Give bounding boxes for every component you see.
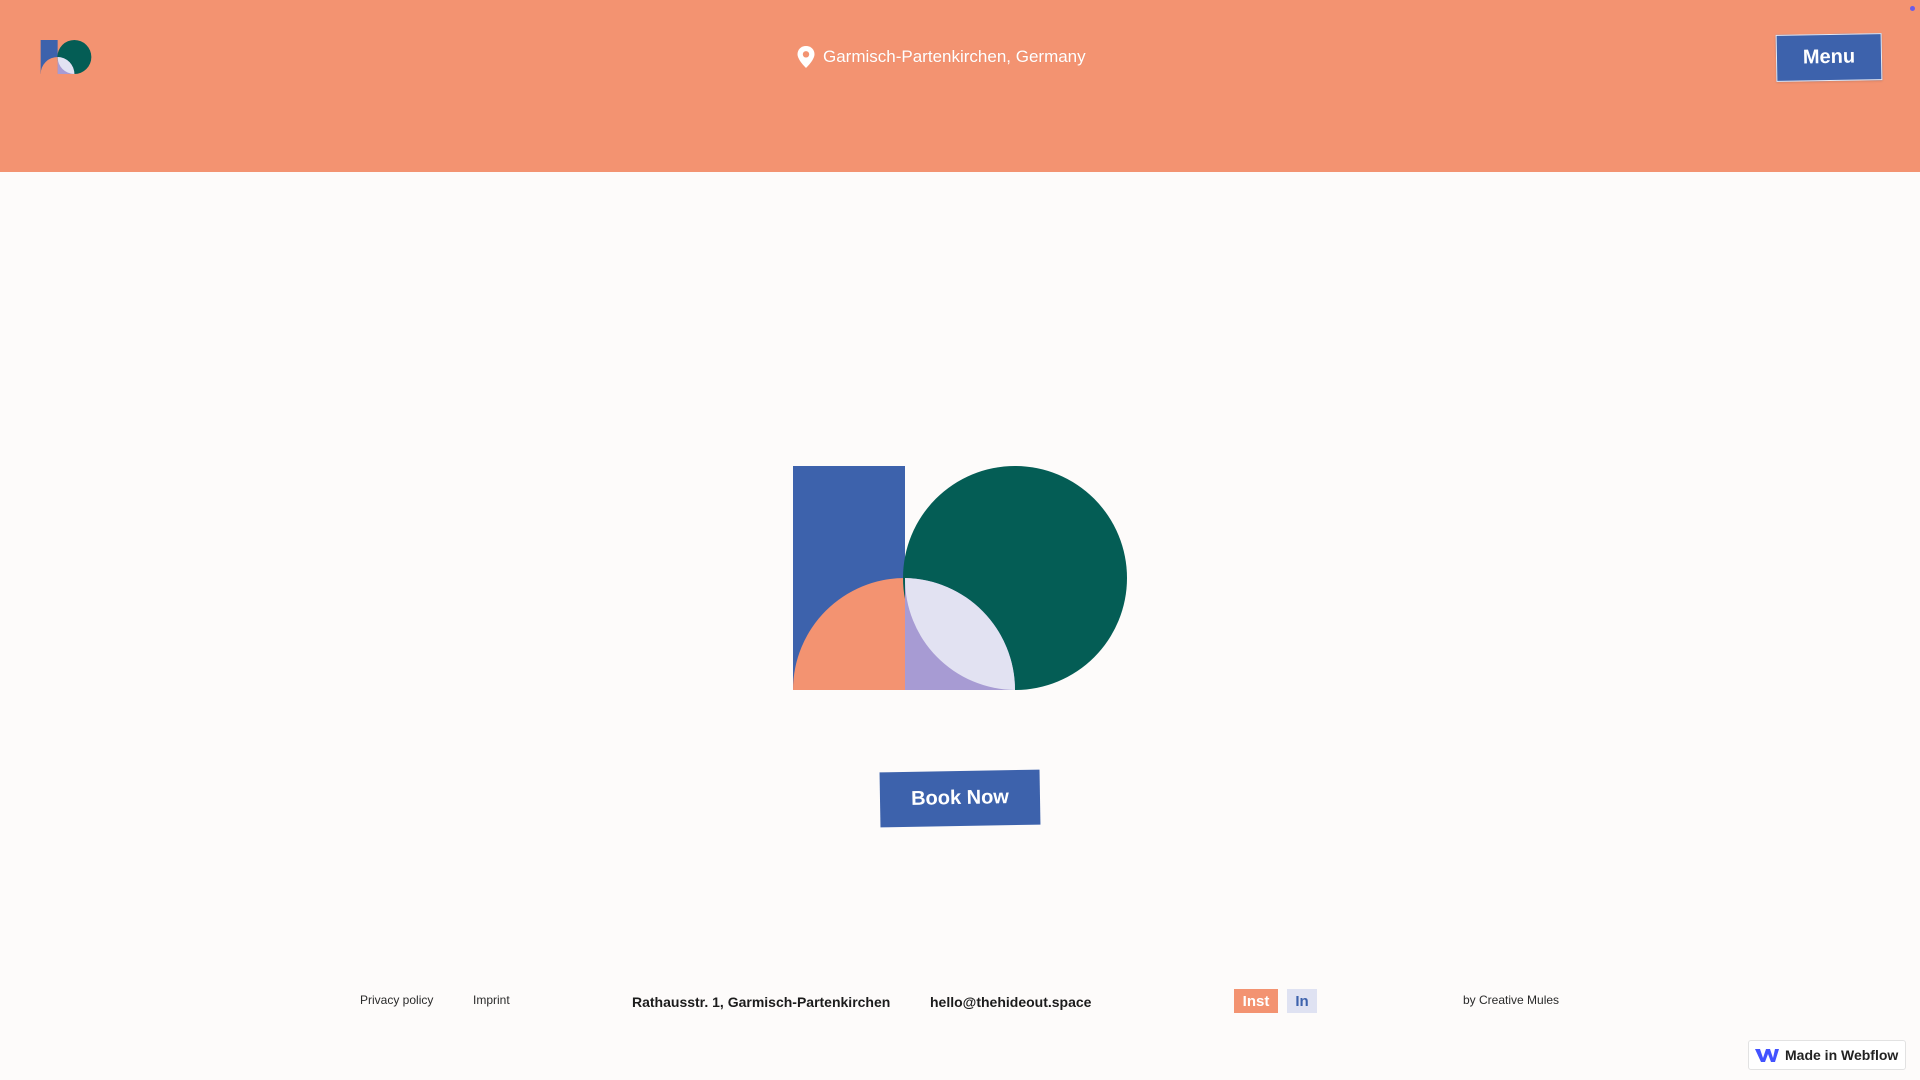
location-pin-icon — [797, 46, 815, 68]
address-text: Rathausstr. 1, Garmisch-Partenkirchen — [632, 994, 891, 1010]
hideout-logo-icon[interactable] — [40, 40, 92, 74]
made-in-webflow-badge[interactable]: Made in Webflow — [1748, 1040, 1906, 1070]
imprint-link[interactable]: Imprint — [473, 993, 510, 1007]
hero-logo-icon — [793, 466, 1127, 690]
site-header: Garmisch-Partenkirchen, Germany Menu — [0, 0, 1920, 172]
webflow-badge-label: Made in Webflow — [1785, 1047, 1899, 1063]
location-label: Garmisch-Partenkirchen, Germany — [797, 46, 1086, 68]
instagram-link[interactable]: Inst — [1234, 989, 1278, 1013]
email-link[interactable]: hello@thehideout.space — [930, 994, 1091, 1010]
location-text: Garmisch-Partenkirchen, Germany — [823, 47, 1086, 66]
book-now-button[interactable]: Book Now — [879, 769, 1041, 828]
linkedin-link[interactable]: In — [1287, 989, 1317, 1013]
menu-button[interactable]: Menu — [1775, 33, 1883, 82]
corner-indicator — [1910, 6, 1915, 11]
privacy-policy-link[interactable]: Privacy policy — [360, 993, 433, 1007]
credit-link[interactable]: by Creative Mules — [1463, 993, 1559, 1007]
webflow-logo-icon — [1755, 1049, 1779, 1062]
